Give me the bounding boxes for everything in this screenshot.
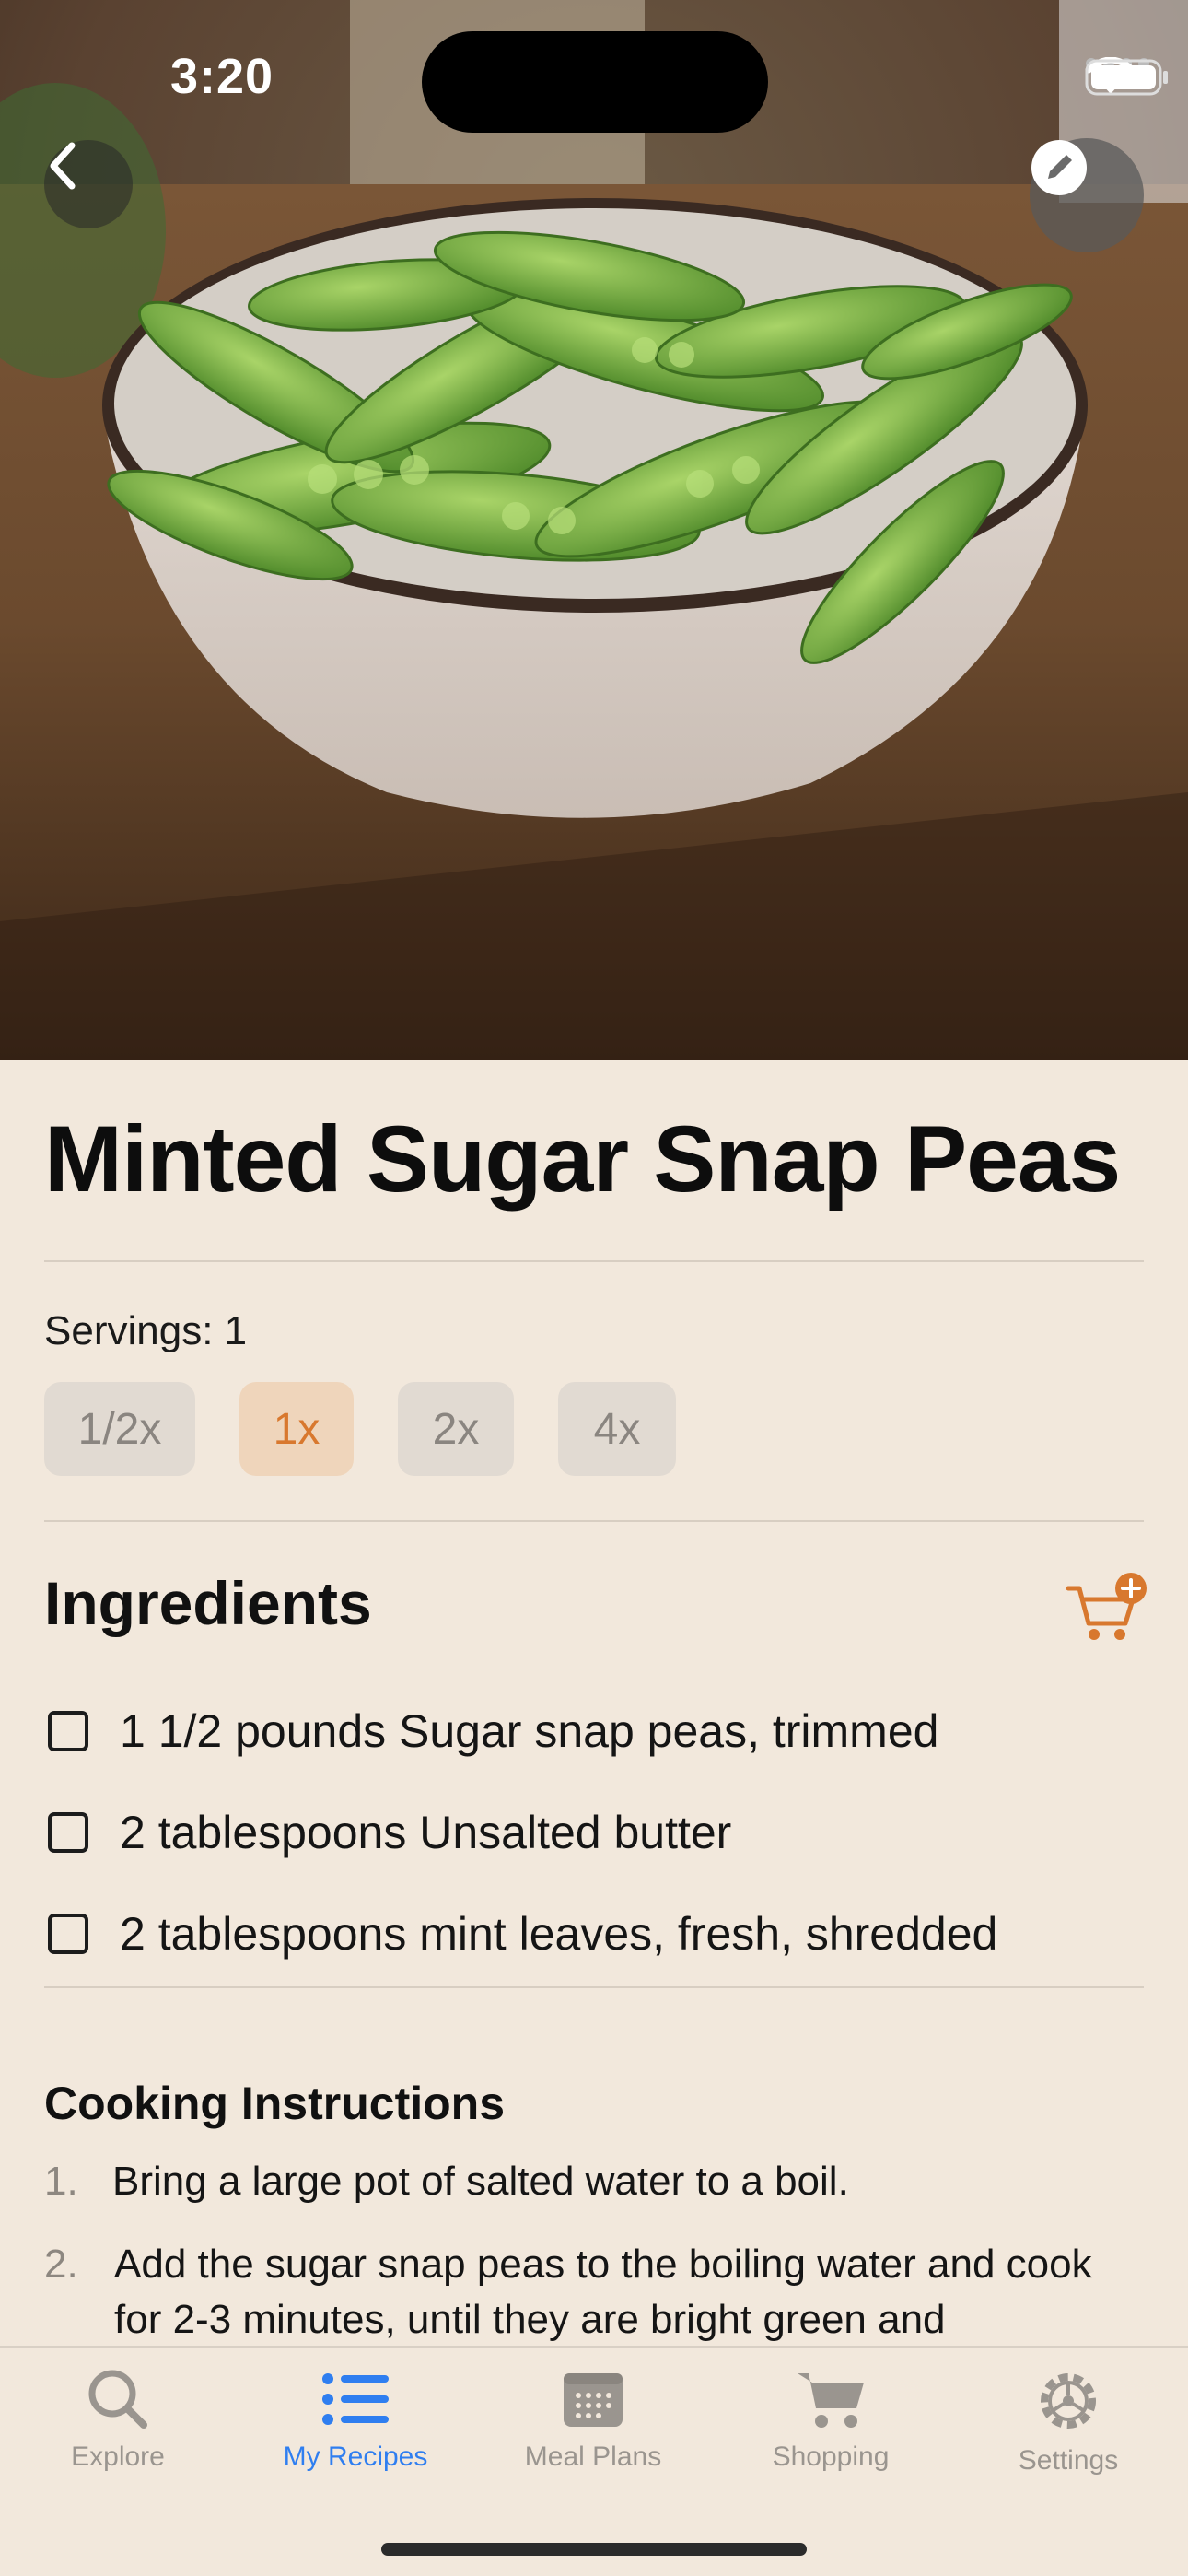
pencil-icon: [1031, 140, 1087, 195]
recipe-hero-image: 3:20: [0, 0, 1188, 1060]
ingredient-checkbox[interactable]: [48, 1914, 88, 1954]
tab-label: Shopping: [772, 2441, 890, 2472]
scale-4x-button[interactable]: 4x: [558, 1382, 676, 1476]
servings-divider: [44, 1520, 1144, 1522]
cart-icon: [798, 2373, 864, 2428]
battery-icon: [1085, 59, 1168, 96]
tab-label: My Recipes: [283, 2441, 428, 2472]
ingredients-heading: Ingredients: [44, 1569, 372, 1637]
list-icon: [322, 2373, 389, 2425]
tab-bar: Explore My Recipes Meal Plans Shopping S…: [0, 2346, 1188, 2576]
tab-meal-plans[interactable]: Meal Plans: [492, 2366, 694, 2473]
snap-peas-bowl-photo: [0, 0, 1188, 1060]
tab-my-recipes[interactable]: My Recipes: [254, 2366, 457, 2473]
edit-recipe-button[interactable]: [1030, 138, 1144, 252]
tab-shopping[interactable]: Shopping: [729, 2366, 932, 2473]
recipe-title: Minted Sugar Snap Peas: [44, 1107, 1121, 1212]
gear-icon: [1041, 2373, 1096, 2429]
add-to-cart-icon: [1066, 1573, 1147, 1640]
dynamic-island: [422, 31, 768, 133]
instructions-heading: Cooking Instructions: [44, 2078, 505, 2129]
status-time: 3:20: [170, 49, 274, 104]
ingredient-checkbox[interactable]: [48, 1812, 88, 1853]
ingredient-text: 1 1/2 pounds Sugar snap peas, trimmed: [120, 1705, 939, 1757]
instruction-step: 2. Add the sugar snap peas to the boilin…: [44, 2237, 1149, 2348]
ingredient-list: 1 1/2 pounds Sugar snap peas, trimmed 2 …: [48, 1680, 1135, 1985]
ingredient-item[interactable]: 1 1/2 pounds Sugar snap peas, trimmed: [48, 1680, 1135, 1782]
serving-scale-selector: 1/2x 1x 2x 4x: [44, 1382, 676, 1476]
ingredient-item[interactable]: 2 tablespoons mint leaves, fresh, shredd…: [48, 1883, 1135, 1985]
ingredients-divider: [44, 1986, 1144, 1988]
ingredient-item[interactable]: 2 tablespoons Unsalted butter: [48, 1782, 1135, 1883]
servings-label: Servings: 1: [44, 1308, 248, 1353]
instruction-step: 1. Bring a large pot of salted water to …: [44, 2154, 1149, 2209]
tab-label: Settings: [1018, 2445, 1119, 2476]
step-number: 1.: [44, 2159, 78, 2204]
ingredient-text: 2 tablespoons Unsalted butter: [120, 1807, 732, 1858]
chevron-left-icon: [50, 142, 76, 190]
title-divider: [44, 1260, 1144, 1262]
ingredient-checkbox[interactable]: [48, 1711, 88, 1751]
scale-half-button[interactable]: 1/2x: [44, 1382, 195, 1476]
search-icon: [88, 2370, 147, 2429]
scale-1x-button[interactable]: 1x: [239, 1382, 354, 1476]
calendar-icon: [564, 2373, 623, 2427]
add-to-cart-button[interactable]: [1065, 1572, 1149, 1645]
home-indicator: [381, 2543, 807, 2556]
back-button[interactable]: [44, 140, 133, 228]
tab-settings[interactable]: Settings: [967, 2366, 1170, 2476]
step-number: 2.: [44, 2242, 78, 2287]
tab-label: Explore: [71, 2441, 165, 2472]
ingredient-text: 2 tablespoons mint leaves, fresh, shredd…: [120, 1908, 998, 1960]
step-text: Add the sugar snap peas to the boiling w…: [114, 2242, 1092, 2342]
tab-label: Meal Plans: [524, 2441, 662, 2472]
scale-2x-button[interactable]: 2x: [398, 1382, 514, 1476]
tab-explore[interactable]: Explore: [17, 2366, 219, 2473]
step-text: Bring a large pot of salted water to a b…: [112, 2159, 849, 2204]
